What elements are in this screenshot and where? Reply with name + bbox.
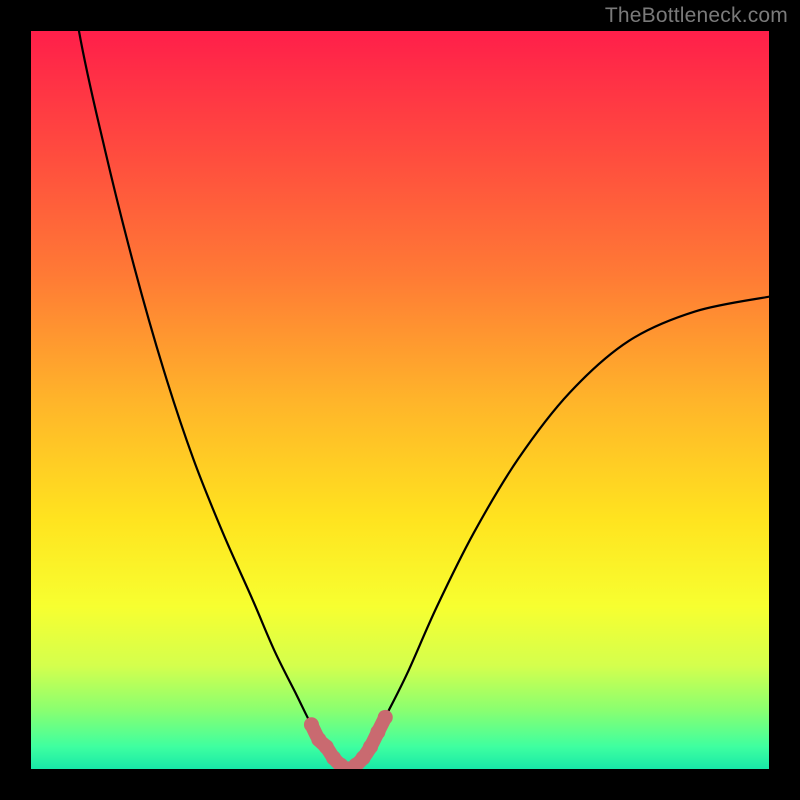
marker-dot [304, 717, 319, 732]
marker-dot [378, 710, 393, 725]
marker-dot [363, 739, 378, 754]
plot-background [31, 31, 769, 769]
marker-dot [370, 725, 385, 740]
watermark-text: TheBottleneck.com [605, 4, 788, 28]
chart-frame: TheBottleneck.com [0, 0, 800, 800]
bottleneck-chart [0, 0, 800, 800]
